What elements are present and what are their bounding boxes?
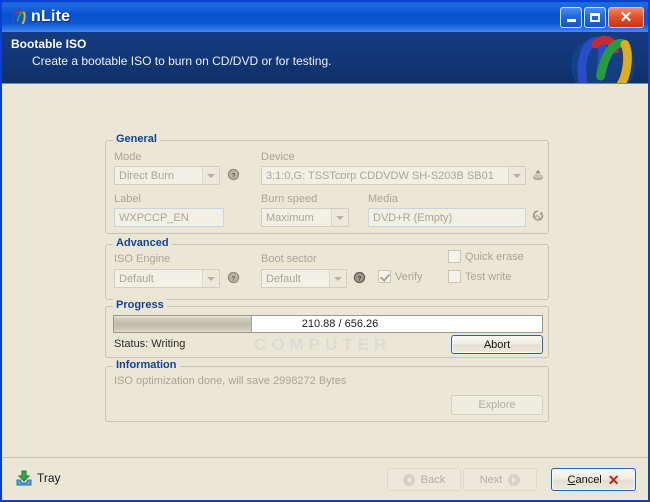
chevron-down-icon xyxy=(331,209,348,226)
maximize-button[interactable] xyxy=(584,6,606,28)
checkbox-box xyxy=(448,250,461,263)
close-icon: ✕ xyxy=(619,8,633,26)
eject-icon[interactable] xyxy=(531,168,545,182)
maximize-icon xyxy=(590,12,600,22)
boot-sector-select[interactable]: Default xyxy=(261,269,347,288)
nlite-logo-icon xyxy=(11,10,26,25)
status-text: Status: Writing xyxy=(114,338,186,350)
window-title: nLite xyxy=(31,7,71,25)
tray-arrow-icon xyxy=(16,470,32,486)
abort-button[interactable]: Abort xyxy=(451,335,543,354)
media-label: Media xyxy=(368,193,398,205)
information-group: Information ISO optimization done, will … xyxy=(105,359,549,422)
explore-button[interactable]: Explore xyxy=(451,395,543,415)
tray-label: Tray xyxy=(37,471,61,485)
chevron-down-icon xyxy=(202,270,219,287)
checkbox-box xyxy=(378,270,391,283)
explore-button-label: Explore xyxy=(478,399,516,411)
mode-select[interactable]: Direct Burn xyxy=(114,166,220,185)
quick-erase-label: Quick erase xyxy=(465,250,524,263)
iso-engine-select[interactable]: Default xyxy=(114,269,220,288)
window-controls: ✕ xyxy=(560,6,648,28)
verify-checkbox[interactable]: Verify xyxy=(378,270,423,283)
next-button-label: Next xyxy=(479,473,503,486)
iso-engine-value: Default xyxy=(119,272,154,285)
bottom-bar: Tray Back Next Cancel ✕ xyxy=(2,457,648,500)
chevron-down-icon xyxy=(508,167,525,184)
burn-speed-select[interactable]: Maximum xyxy=(261,208,349,227)
burn-speed-value: Maximum xyxy=(266,211,314,224)
advanced-legend: Advanced xyxy=(113,237,172,249)
back-button-label: Back xyxy=(420,473,446,486)
nlite-window: nLite ✕ Bootable ISO Create a bootable I… xyxy=(0,0,650,502)
test-write-checkbox[interactable]: Test write xyxy=(448,270,511,283)
burn-speed-label: Burn speed xyxy=(261,193,318,205)
boot-sector-value: Default xyxy=(266,272,301,285)
progress-value-text: 210.88 / 656.26 xyxy=(301,318,379,330)
progress-group: Progress 210.88 / 656.26 Status: Writing… xyxy=(105,299,549,358)
help-icon[interactable]: ? xyxy=(227,271,240,284)
minimize-icon xyxy=(566,19,576,22)
advanced-group: Advanced ISO Engine Default ? Boot secto… xyxy=(105,237,549,300)
abort-button-label: Abort xyxy=(483,338,511,351)
general-legend: General xyxy=(113,133,160,145)
general-group: General Mode Direct Burn ? Device 3:1:0,… xyxy=(105,133,549,234)
test-write-label: Test write xyxy=(465,270,512,283)
page-subtitle: Create a bootable ISO to burn on CD/DVD … xyxy=(32,54,332,68)
help-icon[interactable]: ? xyxy=(227,168,240,181)
information-legend: Information xyxy=(113,359,180,371)
svg-text:?: ? xyxy=(232,275,236,282)
help-icon[interactable]: ? xyxy=(353,271,366,284)
boot-sector-label: Boot sector xyxy=(261,253,317,265)
client-area: BLEEPING COMPUTER General Mode Direct Bu… xyxy=(2,84,648,457)
information-message: ISO optimization done, will save 2998272… xyxy=(114,375,347,387)
quick-erase-checkbox[interactable]: Quick erase xyxy=(448,250,524,263)
iso-engine-label: ISO Engine xyxy=(114,253,171,265)
page-header: Bootable ISO Create a bootable ISO to bu… xyxy=(2,32,648,84)
next-button[interactable]: Next xyxy=(463,468,537,491)
chevron-down-icon xyxy=(329,270,346,287)
close-button[interactable]: ✕ xyxy=(608,6,644,28)
device-label: Device xyxy=(261,151,295,163)
minimize-button[interactable] xyxy=(560,6,582,28)
close-x-icon: ✕ xyxy=(607,471,620,488)
label-input[interactable]: WXPCCP_EN xyxy=(114,208,224,227)
chevron-down-icon xyxy=(202,167,219,184)
svg-text:?: ? xyxy=(358,275,362,282)
verify-label: Verify xyxy=(395,270,423,283)
chevron-left-icon xyxy=(402,473,415,486)
media-input: DVD+R (Empty) xyxy=(368,208,526,227)
refresh-icon[interactable] xyxy=(531,209,545,223)
device-select[interactable]: 3:1:0,G: TSSTcorp CDDVDW SH-S203B SB01 xyxy=(261,166,526,185)
mode-label: Mode xyxy=(114,151,142,163)
label-value: WXPCCP_EN xyxy=(119,211,189,224)
tray-button[interactable]: Tray xyxy=(16,470,61,486)
progress-bar: 210.88 / 656.26 xyxy=(113,315,543,333)
title-bar[interactable]: nLite ✕ xyxy=(2,2,648,32)
mode-value: Direct Burn xyxy=(119,169,175,182)
nlite-logo-icon xyxy=(571,34,635,83)
checkbox-box xyxy=(448,270,461,283)
media-value: DVD+R (Empty) xyxy=(373,211,453,224)
cancel-button[interactable]: Cancel ✕ xyxy=(551,468,636,491)
back-button[interactable]: Back xyxy=(387,468,461,491)
page-title: Bootable ISO xyxy=(11,37,87,51)
svg-text:?: ? xyxy=(232,172,236,179)
chevron-right-icon xyxy=(508,473,521,486)
cancel-button-label: Cancel xyxy=(567,473,602,486)
device-value: 3:1:0,G: TSSTcorp CDDVDW SH-S203B SB01 xyxy=(266,169,494,182)
progress-legend: Progress xyxy=(113,299,167,311)
label-label: Label xyxy=(114,193,141,205)
